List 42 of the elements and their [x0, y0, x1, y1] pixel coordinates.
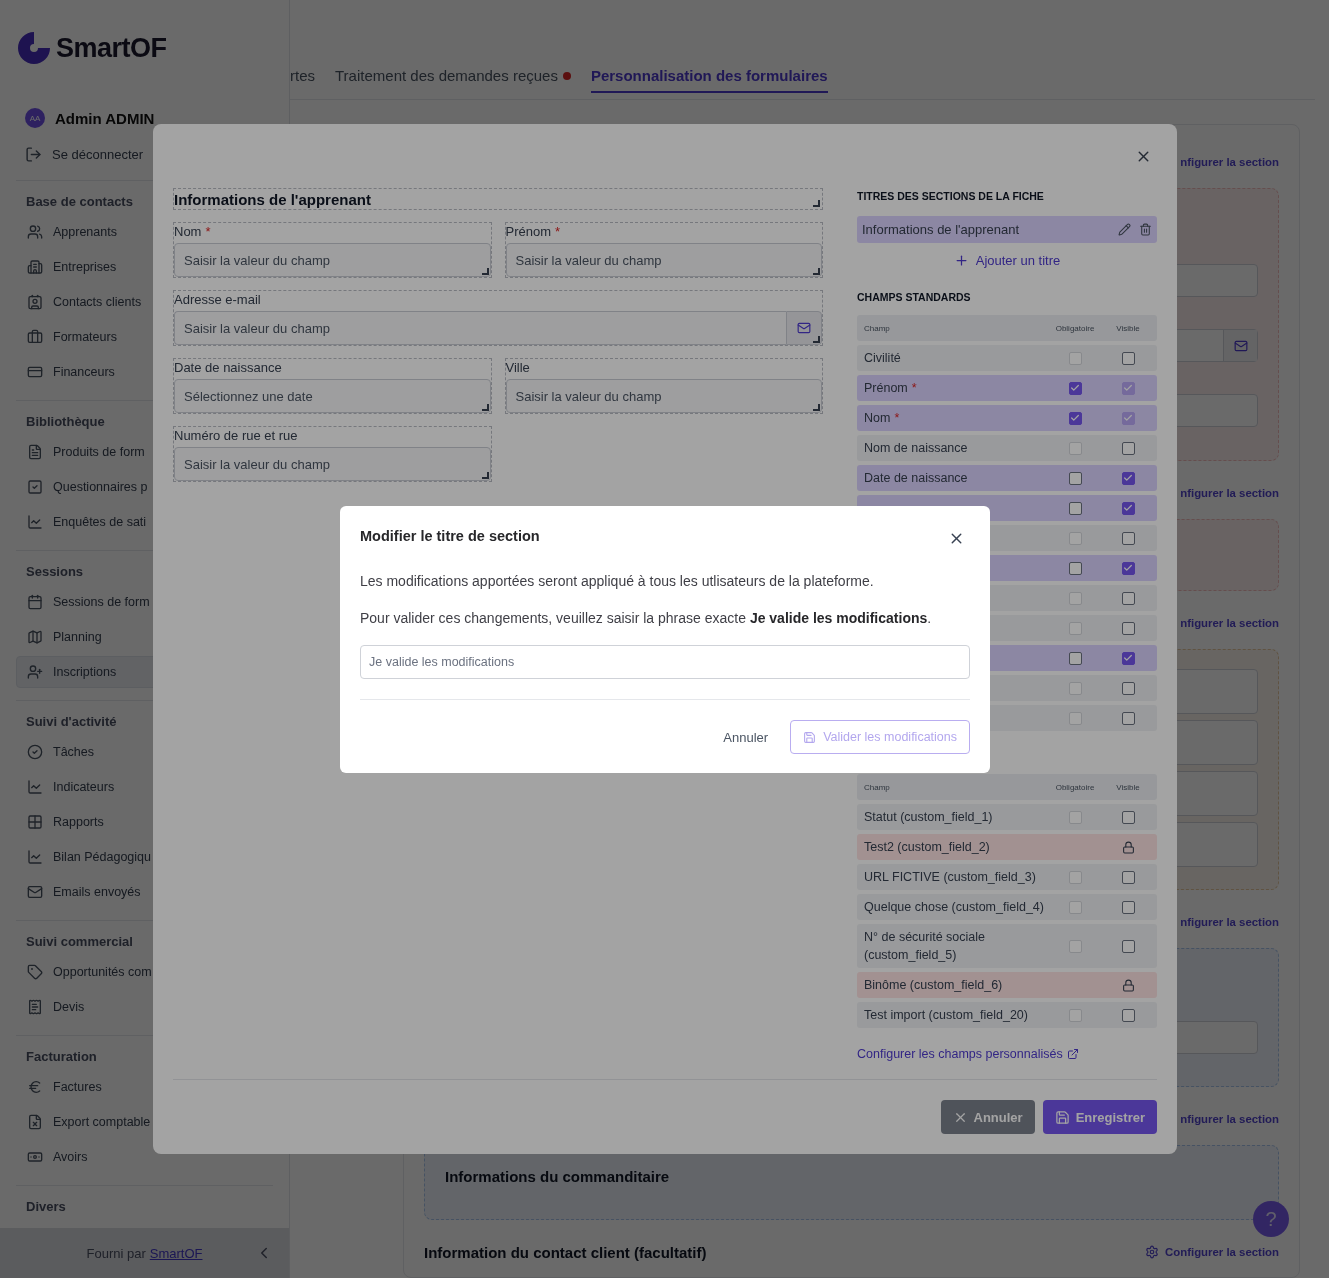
brand-name: SmartOF: [56, 32, 167, 64]
column-header: Obligatoire: [1054, 782, 1096, 792]
group-title: Divers: [25, 1198, 66, 1216]
dialog-title: Modifier le titre de section: [360, 528, 540, 546]
section-title: Information du contact client (facultatif): [424, 1243, 707, 1261]
field-name: Test2 (custom_field_2): [863, 839, 991, 856]
group-title: Base de contacts: [25, 193, 133, 211]
column-header: Obligatoire: [1054, 323, 1096, 333]
column-header: Champ: [863, 323, 891, 333]
field-label: Date de naissance: [174, 359, 283, 377]
column-header: Champ: [863, 782, 891, 792]
field-name: Nom *: [863, 410, 901, 427]
field-name: Prénom *: [863, 380, 918, 397]
group-title: Suivi commercial: [25, 933, 133, 951]
field-label: Prénom *: [505, 223, 562, 241]
field-label: Ville: [505, 359, 531, 377]
field-name: N° de sécurité sociale (custom_field_5): [863, 929, 987, 964]
field-name: Test import (custom_field_20): [863, 1007, 1029, 1024]
panel-heading: CHAMPS STANDARDS: [857, 290, 972, 304]
user-name: Admin ADMIN: [55, 109, 155, 127]
field-name: Date de naissance: [863, 470, 969, 487]
group-title: Suivi d'activité: [25, 713, 117, 731]
column-header: Visible: [1115, 782, 1141, 792]
field-label: Nom *: [174, 223, 212, 241]
column-header: Visible: [1115, 323, 1141, 333]
field-name: Nom de naissance: [863, 440, 969, 457]
group-title: Facturation: [25, 1048, 97, 1066]
field-label: Adresse e-mail: [174, 291, 262, 309]
footer-text: Fourni par: [86, 1245, 146, 1261]
group-title: Sessions: [25, 563, 84, 581]
field-name: Binôme (custom_field_6): [863, 977, 1004, 994]
field-label: Numéro de rue et rue: [174, 427, 299, 445]
dialog-text: Pour valider ces changements, veuillez saisir la phrase exacte Je valide les modifications.: [360, 609, 933, 628]
user-avatar: AA: [25, 108, 45, 128]
field-name: Civilité: [863, 350, 902, 367]
dialog-text: Les modifications apportées seront appliqué à tous les utlisateurs de la plateforme.: [360, 572, 875, 591]
panel-heading: TITRES DES SECTIONS DE LA FICHE: [857, 189, 1045, 203]
field-name: Statut (custom_field_1): [863, 809, 994, 826]
field-name: Quelque chose (custom_field_4): [863, 899, 1045, 916]
field-name: URL FICTIVE (custom_field_3): [863, 869, 1037, 886]
group-title: Bibliothèque: [25, 413, 105, 431]
box-title: Informations du commanditaire: [445, 1168, 671, 1185]
